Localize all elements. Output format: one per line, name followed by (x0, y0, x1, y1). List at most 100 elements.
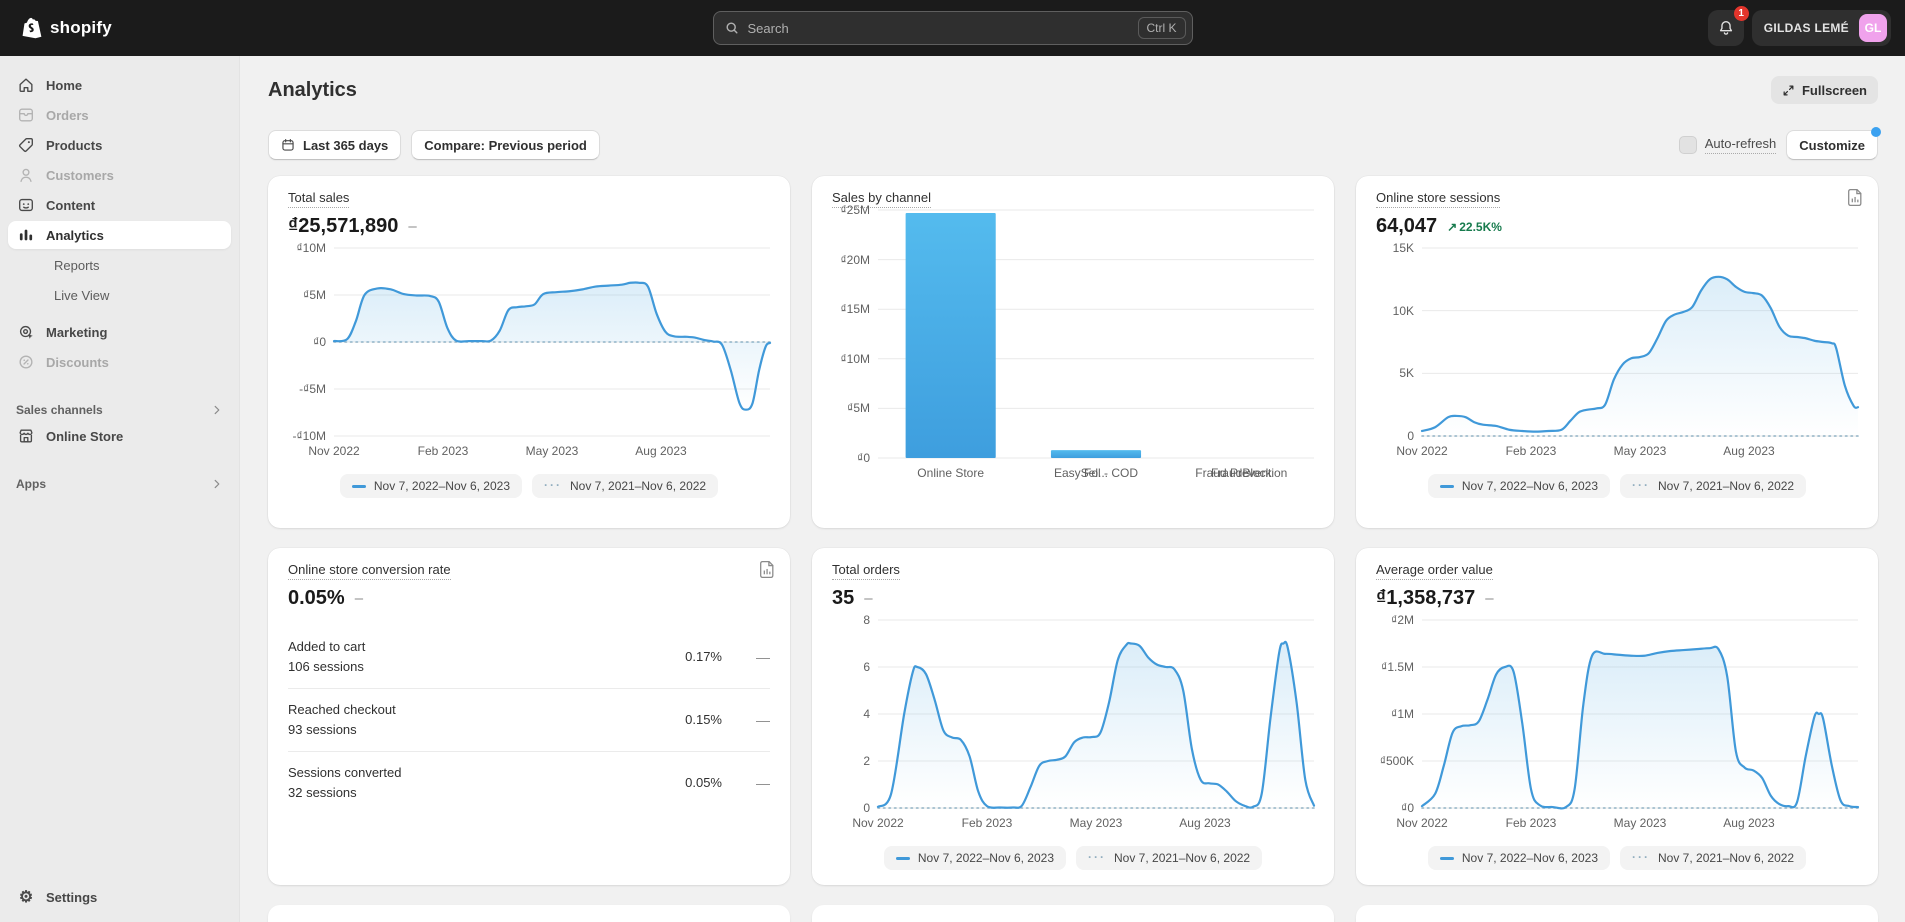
sidebar-item-products[interactable]: Products (8, 131, 231, 159)
x-tick-label: May 2023 (1614, 816, 1667, 830)
search-icon (724, 20, 740, 36)
chart-legend: Nov 7, 2022–Nov 6, 2023 ··· Nov 7, 2021–N… (1376, 846, 1858, 870)
funnel-step-label: Reached checkout (288, 702, 652, 717)
x-tick-label: Feb 2023 (1506, 816, 1557, 830)
section-label: Apps (16, 477, 46, 491)
metric-value: ₫1,358,737 – (1376, 587, 1858, 610)
legend-previous[interactable]: ··· Nov 7, 2021–Nov 6, 2022 (1620, 846, 1806, 870)
legend-previous[interactable]: ···Nov 7, 2021–Nov 6, 2022 (1076, 846, 1262, 870)
sidebar-item-label: Analytics (46, 228, 104, 243)
funnel-row-sessions-converted[interactable]: Sessions converted 32 sessions 0.05% — (288, 751, 770, 814)
customize-button[interactable]: Customize (1786, 130, 1878, 160)
shopify-admin: shopify Ctrl K 1 GILDAS LEMÉ GL (0, 0, 1905, 922)
fullscreen-button[interactable]: Fullscreen (1771, 76, 1878, 104)
legend-current[interactable]: Nov 7, 2022–Nov 6, 2023 (884, 846, 1066, 870)
x-tick-label: Aug 2023 (1179, 816, 1230, 830)
funnel-step-delta: — (752, 775, 770, 791)
metric-value-text: 35 (832, 587, 854, 610)
metric-delta: – (864, 590, 872, 607)
funnel-step-sessions: 93 sessions (288, 722, 652, 737)
metric-title-link[interactable]: Total sales (288, 190, 349, 208)
chart-legend: Nov 7, 2022–Nov 6, 2023 ···Nov 7, 2021–N… (288, 474, 770, 498)
sidebar-item-orders[interactable]: Orders (8, 101, 231, 129)
line-chart: 15K10K5K0 Nov 2022Feb 2023May 2023Aug 20… (1376, 248, 1858, 462)
y-tick-label: -₫10M (293, 429, 327, 443)
legend-current[interactable]: Nov 7, 2022–Nov 6, 2023 (1428, 846, 1610, 870)
sidebar-item-content[interactable]: Content (8, 191, 231, 219)
auto-refresh-checkbox[interactable] (1679, 136, 1697, 154)
arrow-up-right-icon: ↗ (1447, 220, 1457, 234)
sidebar-item-label: Settings (46, 890, 97, 905)
metric-title-link[interactable]: Total orders (832, 562, 900, 580)
legend-current[interactable]: Nov 7, 2022–Nov 6, 2023 (340, 474, 522, 498)
metric-delta: – (1485, 590, 1493, 607)
x-tick-label: May 2023 (1614, 444, 1667, 458)
x-axis-labels: Nov 2022Feb 2023May 2023Aug 2023 (878, 816, 1314, 834)
sidebar-item-customers[interactable]: Customers (8, 161, 231, 189)
y-tick-label: 10K (1393, 304, 1414, 318)
bell-icon (1717, 19, 1735, 37)
y-tick-label: 8 (863, 613, 870, 627)
y-tick-label: ₫0 (313, 335, 326, 349)
metric-delta: – (355, 590, 363, 607)
user-menu[interactable]: GILDAS LEMÉ GL (1752, 10, 1891, 46)
x-tick-label: Feb 2023 (418, 444, 469, 458)
sidebar-item-reports[interactable]: Reports (8, 251, 231, 279)
page-header: Analytics Fullscreen (240, 56, 1905, 104)
report-file-icon[interactable] (760, 561, 775, 578)
metric-title-link[interactable]: Average order value (1376, 562, 1493, 580)
legend-previous-label: Nov 7, 2021–Nov 6, 2022 (1658, 479, 1794, 493)
sidebar-item-discounts[interactable]: Discounts (8, 348, 231, 376)
funnel-row-added-to-cart[interactable]: Added to cart 106 sessions 0.17% — (288, 626, 770, 688)
sidebar-section-sales-channels[interactable]: Sales channels (16, 403, 223, 417)
funnel-row-reached-checkout[interactable]: Reached checkout 93 sessions 0.15% — (288, 688, 770, 751)
date-range-button[interactable]: Last 365 days (268, 130, 401, 160)
x-tick-label: Nov 2022 (1396, 816, 1447, 830)
sidebar-item-analytics[interactable]: Analytics (8, 221, 231, 249)
sidebar-section-apps[interactable]: Apps (16, 477, 223, 491)
global-search[interactable]: Ctrl K (713, 11, 1193, 45)
customers-icon (17, 166, 35, 184)
topbar-right: 1 GILDAS LEMÉ GL (1708, 10, 1891, 46)
x-tick-label: Nov 2022 (1396, 444, 1447, 458)
compare-button[interactable]: Compare: Previous period (411, 130, 600, 160)
sidebar-item-live-view[interactable]: Live View (8, 281, 231, 309)
legend-current[interactable]: Nov 7, 2022–Nov 6, 2023 (1428, 474, 1610, 498)
metric-delta: – (408, 218, 416, 235)
controls-row: Last 365 days Compare: Previous period A… (240, 104, 1905, 160)
search-input[interactable] (748, 21, 1130, 36)
sidebar-item-marketing[interactable]: Marketing (8, 318, 231, 346)
topbar: shopify Ctrl K 1 GILDAS LEMÉ GL (0, 0, 1905, 56)
home-icon (17, 76, 35, 94)
sidebar-item-settings[interactable]: ⚙ Settings (8, 883, 231, 911)
y-tick-label: ₫500K (1380, 754, 1414, 768)
metric-title-link[interactable]: Online store sessions (1376, 190, 1500, 208)
bar-chart: ₫25M₫20M₫15M₫10M₫5M₫0 Online StoreEasySe… (832, 210, 1314, 500)
calendar-icon (281, 138, 295, 152)
y-tick-label: ₫0 (1401, 801, 1414, 815)
legend-previous[interactable]: ···Nov 7, 2021–Nov 6, 2022 (532, 474, 718, 498)
shopify-logo[interactable]: shopify (14, 16, 112, 40)
card-sales-by-channel: Sales by channel ₫25M₫20M₫15M₫10M₫5M₫0 O… (812, 176, 1334, 528)
auto-refresh-control: Auto-refresh (1679, 136, 1777, 154)
y-tick-label: ₫20M (840, 253, 870, 267)
legend-previous-label: Nov 7, 2021–Nov 6, 2022 (1658, 851, 1794, 865)
legend-previous[interactable]: ···Nov 7, 2021–Nov 6, 2022 (1620, 474, 1806, 498)
line-chart: ₫10M₫5M₫0-₫5M-₫10M Nov 2022Feb 2023May 2… (288, 248, 770, 462)
sidebar-item-label: Products (46, 138, 102, 153)
legend-dots-swatch: ··· (1632, 853, 1650, 863)
legend-current-label: Nov 7, 2022–Nov 6, 2023 (1462, 851, 1598, 865)
legend-line-swatch (896, 857, 910, 860)
metric-title-link[interactable]: Online store conversion rate (288, 562, 451, 580)
card-stub (268, 905, 790, 922)
legend-dots-swatch: ··· (1088, 853, 1106, 863)
sidebar-item-online-store[interactable]: Online Store (8, 422, 231, 450)
notifications-button[interactable]: 1 (1708, 10, 1744, 46)
chart-plot (1422, 620, 1858, 808)
y-tick-label: 0 (1407, 429, 1414, 443)
sidebar-item-home[interactable]: Home (8, 71, 231, 99)
report-file-icon[interactable] (1848, 189, 1863, 206)
y-tick-label: ₫5M (303, 288, 326, 302)
y-tick-label: ₫25M (840, 203, 870, 217)
auto-refresh-label: Auto-refresh (1705, 136, 1777, 154)
